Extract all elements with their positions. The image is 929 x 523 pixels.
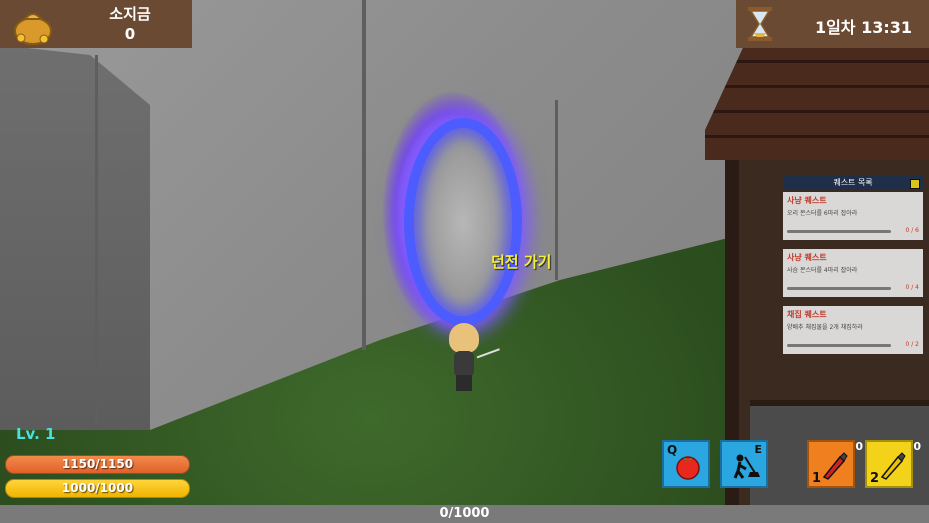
money-panel: 소지금 0 xyxy=(0,0,192,48)
mp-bar: 1000/1000 xyxy=(5,479,190,498)
time-panel: 1일차 13:31 xyxy=(736,0,929,48)
wall-seam xyxy=(95,55,98,425)
tomato-icon xyxy=(676,456,700,480)
quest-description: 사슴 몬스터를 4마리 잡아라 xyxy=(787,267,858,274)
quest-progress-bar xyxy=(787,230,891,233)
quest-title: 사냥 퀘스트 xyxy=(787,196,827,205)
item-count: 0 xyxy=(913,440,921,453)
skill-slot-e[interactable]: E xyxy=(720,440,768,488)
dig-shovel-icon xyxy=(733,454,760,479)
wall-seam xyxy=(555,100,558,280)
quest-progress-text: 0 / 2 xyxy=(905,341,919,348)
quest-progress-bar xyxy=(787,344,891,347)
quest-card[interactable]: 채집 퀘스트 양배추 채집물을 2개 채집하라 0 / 2 xyxy=(783,306,923,354)
item-count: 0 xyxy=(855,440,863,453)
item-slot-1[interactable]: 0 1 xyxy=(807,440,863,488)
hourglass-icon xyxy=(748,7,772,41)
stone-wall-left xyxy=(0,45,150,430)
player-level: Lv. 1 xyxy=(16,425,56,443)
quest-list-panel: 퀘스트 목록 사냥 퀘스트 오리 몬스터를 6마리 잡아라 0 / 6 사냥 퀘… xyxy=(783,176,923,354)
item-slot-2[interactable]: 0 2 xyxy=(865,440,921,488)
quest-progress-bar xyxy=(787,287,891,290)
wall-seam xyxy=(362,0,366,350)
quest-title: 채집 퀘스트 xyxy=(787,310,827,319)
exp-bar: 0/1000 xyxy=(0,505,929,523)
quest-list-header: 퀘스트 목록 xyxy=(783,176,923,190)
skill-slot-q[interactable]: Q xyxy=(662,440,710,488)
money-value: 0 xyxy=(124,25,136,43)
money-title: 소지금 xyxy=(109,5,151,23)
gold-pouch-icon xyxy=(14,13,52,45)
dungeon-portal[interactable] xyxy=(404,118,522,326)
quest-list-toggle-button[interactable] xyxy=(910,179,920,189)
hp-bar: 1150/1150 xyxy=(5,455,190,474)
player-body xyxy=(454,351,474,377)
yellow-potion-icon xyxy=(880,452,906,480)
quest-description: 양배추 채집물을 2개 채집하라 xyxy=(787,324,863,331)
player-hair xyxy=(449,323,479,353)
quest-card[interactable]: 사냥 퀘스트 사슴 몬스터를 4마리 잡아라 0 / 4 xyxy=(783,249,923,297)
quest-title: 사냥 퀘스트 xyxy=(787,253,827,262)
day-time-text: 1일차 13:31 xyxy=(814,18,913,37)
quest-description: 오리 몬스터를 6마리 잡아라 xyxy=(787,210,858,217)
red-potion-icon xyxy=(822,452,848,480)
quest-progress-text: 0 / 6 xyxy=(905,227,919,234)
quest-card[interactable]: 사냥 퀘스트 오리 몬스터를 6마리 잡아라 0 / 6 xyxy=(783,192,923,240)
player-legs xyxy=(456,375,472,391)
quest-progress-text: 0 / 4 xyxy=(905,284,919,291)
quest-list-title: 퀘스트 목록 xyxy=(833,178,873,187)
portal-label: 던전 가기 xyxy=(491,253,552,271)
